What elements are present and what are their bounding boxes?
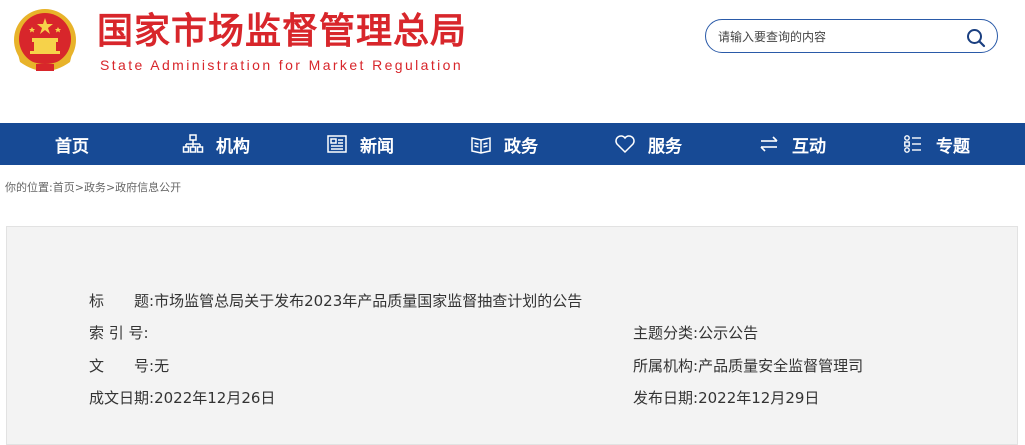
grid-list-icon xyxy=(902,133,924,155)
org-value: 产品质量安全监督管理司 xyxy=(698,357,864,375)
site-title-en: State Administration for Market Regulati… xyxy=(100,57,464,73)
nav-item-topics[interactable]: 专题 xyxy=(864,123,1008,165)
info-row-org: 所属机构:产品质量安全监督管理司 xyxy=(633,356,863,376)
breadcrumb: 你的位置:首页>政务>政府信息公开 xyxy=(5,179,181,195)
org-chart-icon xyxy=(182,133,204,155)
breadcrumb-link-home[interactable]: 首页 xyxy=(53,181,75,194)
search-icon[interactable] xyxy=(965,27,987,49)
search-box xyxy=(705,19,998,53)
nav-item-label: 政务 xyxy=(504,136,538,157)
newspaper-icon xyxy=(326,133,348,155)
open-book-icon xyxy=(470,133,492,155)
date-label: 成文日期: xyxy=(89,389,155,407)
site-header: 国家市场监督管理总局 State Administration for Mark… xyxy=(0,0,1025,123)
main-nav: 首页 机构 新闻 政务 服务 互动 专题 xyxy=(0,123,1025,165)
info-row-date: 成文日期:2022年12月26日 xyxy=(89,388,275,408)
nav-item-label: 机构 xyxy=(216,136,250,157)
breadcrumb-link-affairs[interactable]: 政务 xyxy=(84,181,106,194)
site-title-cn: 国家市场监督管理总局 xyxy=(97,11,468,52)
nav-item-label: 互动 xyxy=(792,136,826,157)
nav-item-label: 服务 xyxy=(648,136,682,157)
topic-label: 主题分类: xyxy=(633,324,699,342)
docno-value: 无 xyxy=(154,357,170,375)
pubdate-label: 发布日期: xyxy=(633,389,699,407)
nav-item-home[interactable]: 首页 xyxy=(0,123,144,165)
search-input[interactable] xyxy=(718,28,958,46)
info-row-docno: 文 号:无 xyxy=(89,356,169,376)
index-label: 索 引 号: xyxy=(89,324,149,342)
info-row-title: 标 题:市场监管总局关于发布2023年产品质量国家监督抽查计划的公告 xyxy=(89,291,582,311)
date-value: 2022年12月26日 xyxy=(154,389,276,407)
swap-arrows-icon xyxy=(758,133,780,155)
nav-item-government-affairs[interactable]: 政务 xyxy=(432,123,576,165)
topic-value: 公示公告 xyxy=(698,324,759,342)
breadcrumb-prefix: 你的位置: xyxy=(5,181,53,194)
heart-icon xyxy=(614,133,636,155)
nav-item-interaction[interactable]: 互动 xyxy=(720,123,864,165)
national-emblem-icon[interactable] xyxy=(10,6,80,80)
breadcrumb-link-gov-info[interactable]: 政府信息公开 xyxy=(115,181,181,194)
document-info-panel: 标 题:市场监管总局关于发布2023年产品质量国家监督抽查计划的公告 索 引 号… xyxy=(6,226,1018,445)
nav-item-label: 新闻 xyxy=(360,136,394,157)
org-label: 所属机构: xyxy=(633,357,699,375)
nav-item-label: 专题 xyxy=(936,136,970,157)
nav-item-news[interactable]: 新闻 xyxy=(288,123,432,165)
breadcrumb-separator: > xyxy=(105,181,116,194)
info-row-topic: 主题分类:公示公告 xyxy=(633,323,758,343)
breadcrumb-separator: > xyxy=(74,181,84,194)
nav-item-services[interactable]: 服务 xyxy=(576,123,720,165)
nav-item-organization[interactable]: 机构 xyxy=(144,123,288,165)
info-row-pubdate: 发布日期:2022年12月29日 xyxy=(633,388,819,408)
nav-item-label: 首页 xyxy=(55,136,89,157)
title-label: 标 题: xyxy=(89,292,155,310)
pubdate-value: 2022年12月29日 xyxy=(698,389,820,407)
title-value: 市场监管总局关于发布2023年产品质量国家监督抽查计划的公告 xyxy=(154,292,583,310)
docno-label: 文 号: xyxy=(89,357,155,375)
info-row-index: 索 引 号: xyxy=(89,323,149,343)
